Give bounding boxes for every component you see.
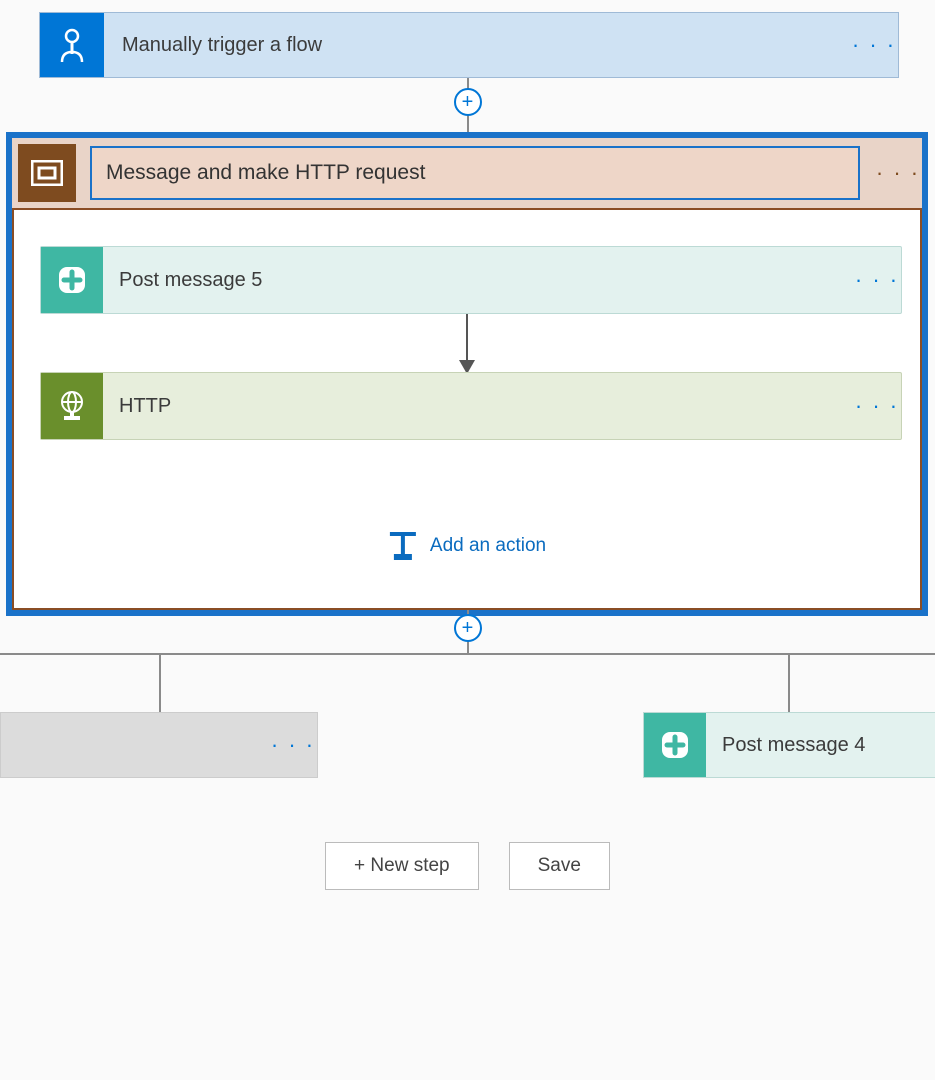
scope-icon [18, 144, 76, 202]
slack-icon [644, 713, 706, 777]
action-http[interactable]: HTTP · · · [40, 372, 902, 440]
scope-header: · · · [12, 138, 922, 210]
scope-menu-button[interactable]: · · · [874, 160, 922, 186]
trigger-card[interactable]: Manually trigger a flow · · · [39, 12, 899, 78]
scope-body: Post message 5 · · · HTTP · [12, 210, 922, 610]
action-title: Post message 4 [706, 734, 865, 757]
action-title: Post message 5 [103, 269, 853, 292]
trigger-menu-button[interactable]: · · · [850, 32, 898, 58]
add-action-button[interactable]: Add an action [388, 532, 546, 560]
trigger-title: Manually trigger a flow [104, 34, 850, 57]
save-button[interactable]: Save [509, 842, 610, 890]
action-menu-button[interactable]: · · · [853, 393, 901, 419]
flow-connector [159, 653, 161, 712]
add-step-button[interactable]: + [454, 88, 482, 116]
action-menu-button[interactable]: · · · [269, 732, 317, 758]
scope-card[interactable]: · · · Post message 5 · · · [6, 132, 928, 616]
branch-card-right[interactable]: Post message 4 [643, 712, 935, 778]
flow-connector [788, 653, 790, 712]
flow-connector [466, 314, 468, 362]
footer-buttons: + New step Save [0, 842, 935, 890]
http-icon [41, 373, 103, 439]
slack-icon [41, 247, 103, 313]
add-step-button[interactable]: + [454, 614, 482, 642]
add-action-icon [388, 532, 418, 560]
new-step-button[interactable]: + New step [325, 842, 479, 890]
scope-title-input[interactable] [90, 146, 860, 200]
action-title: HTTP [103, 395, 853, 418]
branch-card-left[interactable]: · · · [0, 712, 318, 778]
action-menu-button[interactable]: · · · [853, 267, 901, 293]
branch-connector [0, 653, 935, 655]
action-post-message[interactable]: Post message 5 · · · [40, 246, 902, 314]
trigger-icon [40, 13, 104, 77]
add-action-label: Add an action [430, 535, 546, 557]
